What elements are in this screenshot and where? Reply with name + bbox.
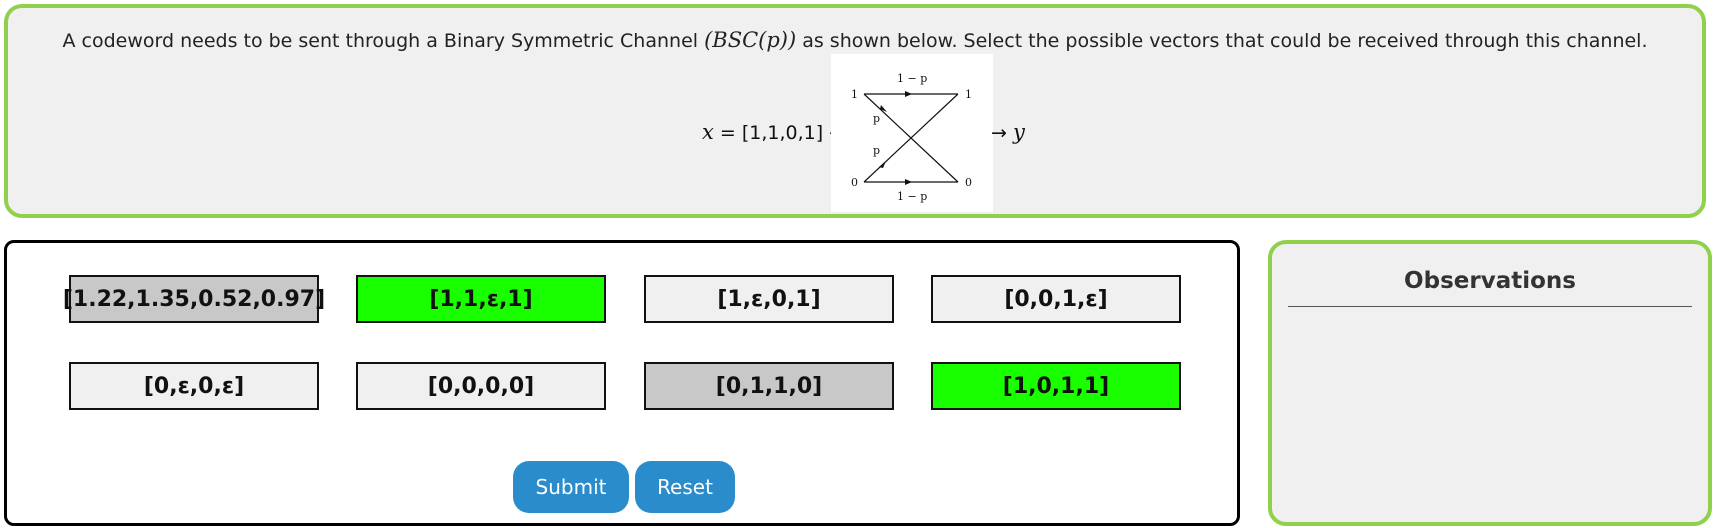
option-8[interactable]: [1,0,1,1]	[931, 362, 1181, 410]
node-bottom-right: 0	[965, 176, 972, 189]
bottom-edge-label: 1 − p	[897, 190, 927, 203]
option-5[interactable]: [0,ε,0,ε]	[69, 362, 319, 410]
option-1[interactable]: [1.22,1.35,0.52,0.97]	[63, 275, 325, 323]
formula-x-value: = [1,1,0,1] →	[713, 122, 846, 144]
observations-panel: Observations	[1268, 240, 1712, 526]
cross-arrow-upper	[880, 105, 887, 112]
question-text: A codeword needs to be sent through a Bi…	[8, 28, 1702, 52]
channel-math: (BSC(p))	[704, 28, 797, 52]
cross-label-upper: p	[873, 112, 880, 125]
formula-row: x = [1,1,0,1] → 1 1 0 0 1 − p 1 − p p p	[8, 54, 1702, 214]
question-panel: A codeword needs to be sent through a Bi…	[4, 4, 1706, 218]
top-edge-arrow	[905, 91, 912, 97]
formula-y-arrow: →	[991, 122, 1013, 144]
formula-y-var: y	[1012, 120, 1025, 144]
formula-x-var: x	[702, 120, 714, 144]
cross-arrow-lower	[879, 161, 886, 168]
observations-title: Observations	[1404, 268, 1576, 294]
option-3[interactable]: [1,ε,0,1]	[644, 275, 894, 323]
cross-label-lower: p	[873, 144, 880, 157]
node-top-right: 1	[965, 88, 972, 101]
top-edge-label: 1 − p	[897, 72, 927, 85]
reset-button[interactable]: Reset	[635, 461, 735, 513]
question-text-after: as shown below. Select the possible vect…	[796, 30, 1648, 52]
option-7[interactable]: [0,1,1,0]	[644, 362, 894, 410]
bottom-edge-arrow	[905, 179, 912, 185]
question-text-before: A codeword needs to be sent through a Bi…	[62, 30, 705, 52]
options-panel: [1.22,1.35,0.52,0.97] [1,1,ε,1] [1,ε,0,1…	[4, 240, 1240, 526]
node-bottom-left: 0	[851, 176, 858, 189]
option-2[interactable]: [1,1,ε,1]	[356, 275, 606, 323]
observations-divider	[1288, 306, 1692, 307]
bsc-diagram: 1 1 0 0 1 − p 1 − p p p	[831, 54, 993, 212]
option-4[interactable]: [0,0,1,ε]	[931, 275, 1181, 323]
formula-left: x = [1,1,0,1] →	[702, 120, 845, 144]
option-6[interactable]: [0,0,0,0]	[356, 362, 606, 410]
submit-button[interactable]: Submit	[513, 461, 629, 513]
formula-right: → y	[991, 120, 1025, 144]
node-top-left: 1	[851, 88, 858, 101]
